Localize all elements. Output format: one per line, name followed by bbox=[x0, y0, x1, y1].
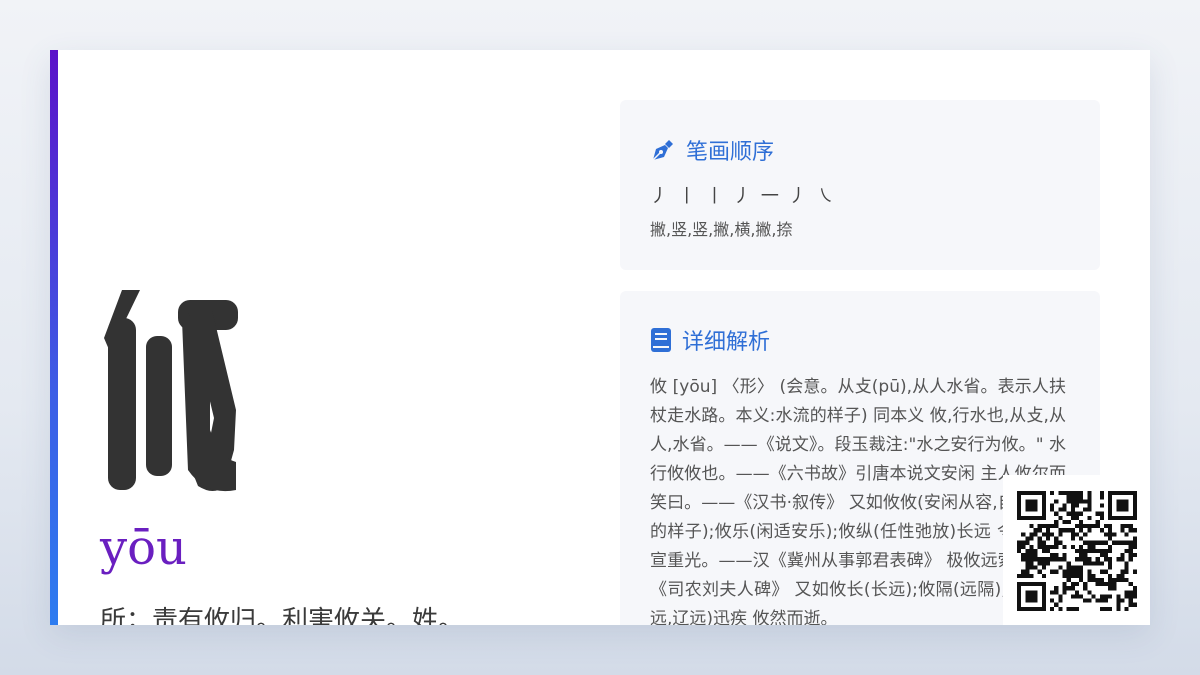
stroke-shu-1 bbox=[108, 318, 136, 490]
character-glyph-art bbox=[104, 290, 238, 492]
meaning-text: 所；责有攸归。利害攸关。姓。 bbox=[100, 606, 465, 625]
qr-code bbox=[1003, 475, 1150, 625]
character-card: yōu 所；责有攸归。利害攸关。姓。 笔画顺序 丿 丨 丨 丿 一 丿 ㇏ 撇,… bbox=[50, 50, 1150, 625]
character-glyph bbox=[102, 290, 252, 500]
stroke-names: 撇,竖,竖,撇,横,撇,捺 bbox=[650, 220, 793, 239]
detail-title: 详细解析 bbox=[682, 330, 771, 355]
pen-nib-icon bbox=[652, 140, 673, 161]
stroke-order-header: 笔画顺序 bbox=[650, 134, 774, 166]
accent-bar bbox=[50, 50, 58, 625]
book-icon bbox=[651, 328, 671, 352]
stroke-order-title: 笔画顺序 bbox=[686, 140, 775, 165]
stroke-glyphs: 丿 丨 丨 丿 一 丿 ㇏ bbox=[650, 186, 837, 207]
stroke-shu-2 bbox=[146, 336, 172, 476]
pinyin: yōu bbox=[100, 520, 187, 576]
detail-header: 详细解析 bbox=[650, 324, 770, 356]
qr-code-image bbox=[1017, 491, 1137, 611]
stroke-order-panel: 笔画顺序 丿 丨 丨 丿 一 丿 ㇏ 撇,竖,竖,撇,横,撇,捺 bbox=[620, 100, 1100, 270]
